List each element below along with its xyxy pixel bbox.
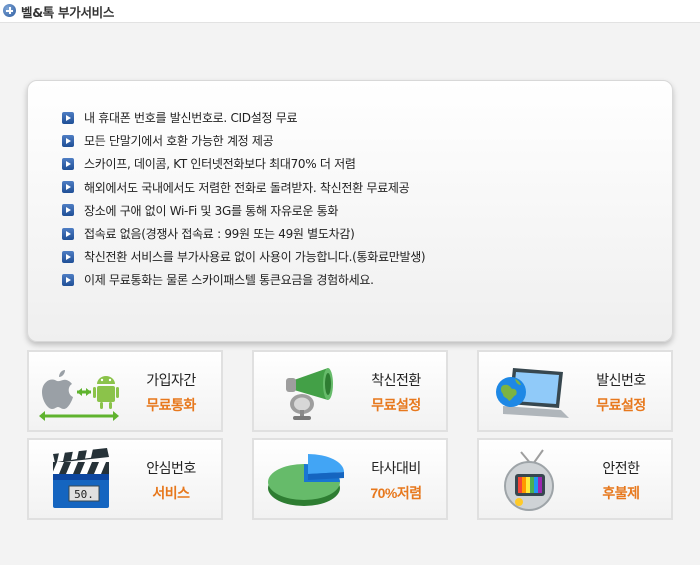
tile-subtitle: 무료설정 xyxy=(596,397,646,413)
feature-text: 내 휴대폰 번호를 발신번호로. CID설정 무료 xyxy=(84,111,298,126)
tile-title: 타사대비 xyxy=(371,460,421,476)
tile-cheaper[interactable]: 타사대비 70%저렴 xyxy=(252,438,448,520)
feature-item: 해외에서도 국내에서도 저렴한 전화로 돌려받자. 착신전환 무료제공 xyxy=(62,176,425,199)
tile-subtitle: 70%저렴 xyxy=(370,485,422,501)
feature-text: 해외에서도 국내에서도 저렴한 전화로 돌려받자. 착신전환 무료제공 xyxy=(84,180,410,195)
arrow-bullet-icon xyxy=(62,134,74,147)
tile-label: 안전한 후불제 xyxy=(571,458,671,503)
apple-android-icon xyxy=(39,370,119,421)
arrow-bullet-icon xyxy=(62,181,74,194)
tile-title: 발신번호 xyxy=(596,372,646,388)
feature-item: 이제 무료통화는 물론 스카이패스텔 통큰요금을 경험하세요. xyxy=(62,268,425,291)
tile-label: 타사대비 70%저렴 xyxy=(346,458,446,503)
arrow-bullet-icon xyxy=(62,157,74,170)
feature-box: 내 휴대폰 번호를 발신번호로. CID설정 무료 모든 단말기에서 호환 가능… xyxy=(27,80,673,342)
tile-title: 가입자간 xyxy=(146,372,196,388)
clapperboard-icon: 50. xyxy=(52,448,109,508)
megaphone-icon xyxy=(286,368,333,420)
feature-text: 착신전환 서비스를 부가사용료 없이 사용이 가능합니다.(통화료만발생) xyxy=(84,250,426,265)
tile-subtitle: 후불제 xyxy=(602,485,640,501)
tile-label: 발신번호 무료설정 xyxy=(571,370,671,415)
page-header: 벨&톡 부가서비스 xyxy=(0,0,700,22)
laptop-globe-icon xyxy=(496,368,569,418)
tile-title: 안심번호 xyxy=(146,460,196,476)
feature-item: 접속료 없음(경쟁사 접속료 : 99원 또는 49원 별도차감) xyxy=(62,222,425,245)
tv-icon xyxy=(504,449,554,511)
tile-label: 안심번호 서비스 xyxy=(121,458,221,503)
page-title: 벨&톡 부가서비스 xyxy=(21,5,115,20)
tile-label: 가입자간 무료통화 xyxy=(121,370,221,415)
arrow-bullet-icon xyxy=(62,227,74,240)
feature-item: 모든 단말기에서 호환 가능한 계정 제공 xyxy=(62,129,425,152)
tile-title: 착신전환 xyxy=(371,372,421,388)
arrow-bullet-icon xyxy=(62,250,74,263)
feature-item: 착신전환 서비스를 부가사용료 없이 사용이 가능합니다.(통화료만발생) xyxy=(62,245,426,268)
arrow-bullet-icon xyxy=(62,273,74,286)
feature-item: 장소에 구애 없이 Wi-Fi 및 3G를 통해 자유로운 통화 xyxy=(62,199,425,222)
feature-text: 장소에 구애 없이 Wi-Fi 및 3G를 통해 자유로운 통화 xyxy=(84,203,339,218)
tile-free-calls[interactable]: 가입자간 무료통화 xyxy=(27,350,223,432)
arrow-bullet-icon xyxy=(62,111,74,124)
service-panel: 내 휴대폰 번호를 발신번호로. CID설정 무료 모든 단말기에서 호환 가능… xyxy=(0,22,700,565)
tile-caller-id[interactable]: 발신번호 무료설정 xyxy=(477,350,673,432)
plus-circle-icon xyxy=(3,4,16,17)
tile-subtitle: 서비스 xyxy=(152,485,190,501)
feature-text: 이제 무료통화는 물론 스카이패스텔 통큰요금을 경험하세요. xyxy=(84,273,374,288)
tile-title: 안전한 xyxy=(602,460,640,476)
pie-chart-icon xyxy=(268,454,344,506)
tile-postpaid[interactable]: 안전한 후불제 xyxy=(477,438,673,520)
clapper-counter: 50. xyxy=(74,488,94,501)
feature-text: 접속료 없음(경쟁사 접속료 : 99원 또는 49원 별도차감) xyxy=(84,227,355,242)
tile-subtitle: 무료설정 xyxy=(371,397,421,413)
tile-call-forwarding[interactable]: 착신전환 무료설정 xyxy=(252,350,448,432)
feature-item: 내 휴대폰 번호를 발신번호로. CID설정 무료 xyxy=(62,106,425,129)
tile-label: 착신전환 무료설정 xyxy=(346,370,446,415)
feature-list: 내 휴대폰 번호를 발신번호로. CID설정 무료 모든 단말기에서 호환 가능… xyxy=(62,106,426,292)
tile-safe-number[interactable]: 50. 안심번호 서비스 xyxy=(27,438,223,520)
feature-item: 스카이프, 데이콤, KT 인터넷전화보다 최대70% 더 저렴 xyxy=(62,152,425,175)
feature-text: 스카이프, 데이콤, KT 인터넷전화보다 최대70% 더 저렴 xyxy=(84,157,356,172)
arrow-bullet-icon xyxy=(62,204,74,217)
feature-text: 모든 단말기에서 호환 가능한 계정 제공 xyxy=(84,134,274,149)
tile-subtitle: 무료통화 xyxy=(146,397,196,413)
